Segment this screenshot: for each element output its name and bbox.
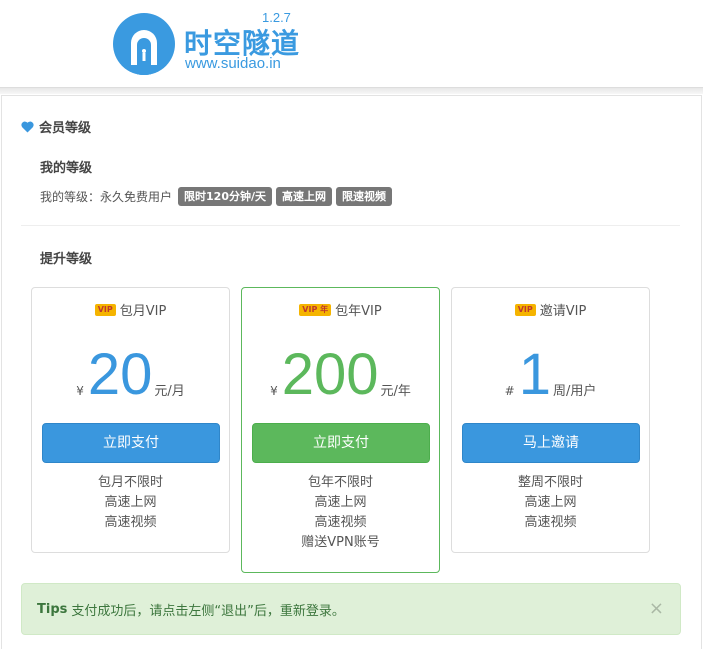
vip-tag: VIP 年 — [299, 303, 332, 316]
price-row: ¥ 200 元/年 — [242, 338, 439, 404]
plan-card-monthly: VIP 包月VIP ¥ 20 元/月 立即支付 包月不限时 高速上网 高速视频 — [31, 287, 230, 553]
plan-features: 包年不限时 高速上网 高速视频 赠送VPN账号 — [242, 473, 439, 553]
currency-symbol: ¥ — [270, 384, 278, 398]
my-level-row: 我的等级：永久免费用户 限时120分钟/天 高速上网 限速视频 — [40, 187, 392, 206]
header-shadow — [0, 88, 703, 94]
logo-url: www.suidao.in — [185, 55, 281, 72]
feature-item: 整周不限时 — [517, 475, 583, 490]
plan-features: 包月不限时 高速上网 高速视频 — [32, 473, 229, 533]
feature-item: 包年不限时 — [307, 475, 373, 490]
feature-item: 高速上网 — [524, 495, 577, 510]
tunnel-logo-icon — [113, 13, 175, 75]
level-badge: 限时120分钟/天 — [178, 187, 272, 206]
feature-item: 高速视频 — [314, 515, 367, 530]
plan-features: 整周不限时 高速上网 高速视频 — [452, 473, 649, 533]
plan-price: 20 — [87, 342, 153, 407]
feature-item: 赠送VPN账号 — [301, 535, 380, 550]
level-badge: 高速上网 — [276, 187, 332, 206]
my-level-title: 我的等级 — [40, 161, 93, 176]
price-unit: 周/用户 — [552, 384, 597, 399]
plan-header: VIP 年 包年VIP — [242, 300, 439, 319]
section-title: 会员等级 — [21, 117, 91, 136]
plan-name: 包年VIP — [335, 304, 382, 319]
upgrade-title: 提升等级 — [40, 252, 93, 267]
close-icon[interactable]: × — [649, 598, 664, 619]
pay-yearly-button[interactable]: 立即支付 — [252, 423, 430, 463]
invite-button[interactable]: 马上邀请 — [462, 423, 640, 463]
feature-item: 高速视频 — [104, 515, 157, 530]
price-unit: 元/年 — [380, 384, 411, 399]
plan-name: 邀请VIP — [539, 304, 587, 319]
plan-header: VIP 包月VIP — [32, 300, 229, 319]
vip-tag: VIP — [514, 303, 536, 316]
my-level-label: 我的等级：永久免费用户 — [40, 190, 173, 204]
currency-symbol: # — [504, 384, 515, 398]
vip-tag: VIP — [94, 303, 116, 316]
feature-item: 高速上网 — [314, 495, 367, 510]
level-badge: 限速视频 — [336, 187, 392, 206]
plan-price: 200 — [281, 342, 379, 407]
heart-icon — [21, 121, 34, 132]
plan-name: 包月VIP — [119, 304, 167, 319]
plan-card-invite: VIP 邀请VIP # 1 周/用户 马上邀请 整周不限时 高速上网 高速视频 — [451, 287, 650, 553]
price-row: ¥ 20 元/月 — [32, 338, 229, 404]
feature-item: 包月不限时 — [97, 475, 163, 490]
tips-label: Tips — [37, 601, 68, 617]
divider — [21, 225, 680, 226]
app-version: 1.2.7 — [262, 10, 291, 25]
pay-monthly-button[interactable]: 立即支付 — [42, 423, 220, 463]
tips-text: 支付成功后，请点击左侧“退出”后，重新登录。 — [71, 603, 345, 619]
feature-item: 高速视频 — [524, 515, 577, 530]
plan-price: 1 — [518, 342, 551, 407]
tips-alert: Tips 支付成功后，请点击左侧“退出”后，重新登录。 × — [21, 583, 681, 635]
price-row: # 1 周/用户 — [452, 338, 649, 404]
section-title-label: 会员等级 — [39, 121, 92, 136]
plan-header: VIP 邀请VIP — [452, 300, 649, 319]
price-unit: 元/月 — [154, 384, 185, 399]
feature-item: 高速上网 — [104, 495, 157, 510]
currency-symbol: ¥ — [76, 384, 84, 398]
app-header: 时空隧道 www.suidao.in 1.2.7 — [0, 0, 703, 88]
plan-card-yearly: VIP 年 包年VIP ¥ 200 元/年 立即支付 包年不限时 高速上网 高速… — [241, 287, 440, 573]
